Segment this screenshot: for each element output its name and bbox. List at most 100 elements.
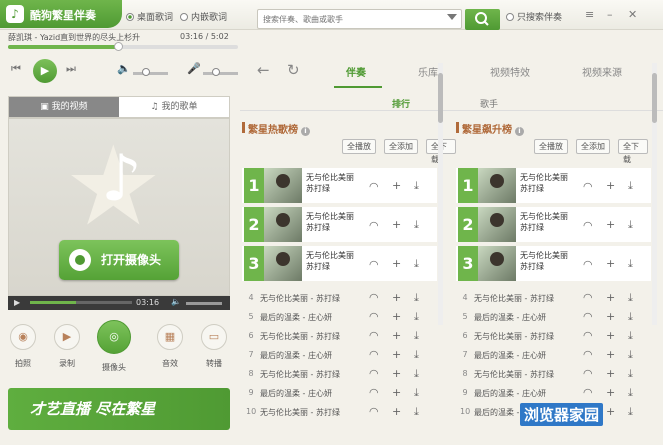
tab-my-songlist[interactable]: ♫ 我的歌单 (119, 97, 229, 117)
headphone-icon[interactable]: ◠ (583, 219, 593, 232)
download-icon[interactable]: ⤓ (628, 329, 633, 343)
add-icon[interactable]: + (606, 218, 615, 231)
microphone-icon[interactable]: 🎤 (187, 62, 201, 75)
headphone-icon[interactable]: ◠ (583, 291, 593, 304)
embed-lyrics-radio[interactable]: 内嵌歌词 (180, 10, 227, 23)
back-icon[interactable]: ← (257, 61, 270, 79)
tab-music-library[interactable]: 乐库 (418, 64, 438, 79)
download-icon[interactable]: ⤓ (628, 218, 633, 232)
tool-record[interactable]: ▶ 录制 (50, 324, 84, 369)
top-song-row[interactable]: 1 无与伦比美丽 苏打绿 ◠ + ⤓ (242, 168, 437, 203)
add-all-button[interactable]: 全添加 (384, 139, 418, 154)
headphone-icon[interactable]: ◠ (583, 329, 593, 342)
song-row[interactable]: 8 无与伦比美丽 - 苏打绿 ◠ + ⤓ (456, 364, 651, 383)
download-icon[interactable]: ⤓ (628, 291, 633, 305)
download-icon[interactable]: ⤓ (414, 329, 419, 343)
download-icon[interactable]: ⤓ (414, 179, 419, 193)
add-icon[interactable]: + (606, 179, 615, 192)
song-row[interactable]: 7 最后的温柔 - 庄心妍 ◠ + ⤓ (242, 345, 437, 364)
next-icon[interactable]: ⏭ (66, 62, 76, 76)
download-icon[interactable]: ⤓ (628, 310, 633, 324)
top-song-row[interactable]: 2 无与伦比美丽 苏打绿 ◠ + ⤓ (456, 207, 651, 242)
menu-icon[interactable]: ≡ (585, 8, 594, 21)
headphone-icon[interactable]: ◠ (583, 310, 593, 323)
tab-video-effects[interactable]: 视频特效 (490, 64, 530, 79)
minimize-icon[interactable]: – (607, 8, 613, 21)
top-song-row[interactable]: 3 无与伦比美丽 苏打绿 ◠ + ⤓ (456, 246, 651, 281)
video-volume-icon[interactable]: 🔈 (171, 297, 181, 306)
headphone-icon[interactable]: ◠ (583, 180, 593, 193)
subtab-singer[interactable]: 歌手 (480, 97, 498, 110)
mic-volume-knob[interactable] (212, 68, 220, 76)
headphone-icon[interactable]: ◠ (369, 291, 379, 304)
headphone-icon[interactable]: ◠ (369, 310, 379, 323)
add-icon[interactable]: + (392, 405, 401, 418)
tab-my-video[interactable]: ▣ 我的视频 (9, 97, 119, 117)
download-all-button[interactable]: 全下载 (618, 139, 648, 164)
add-icon[interactable]: + (392, 291, 401, 304)
play-button[interactable]: ▶ (33, 59, 57, 83)
headphone-icon[interactable]: ◠ (369, 180, 379, 193)
add-icon[interactable]: + (606, 367, 615, 380)
add-icon[interactable]: + (606, 405, 615, 418)
download-icon[interactable]: ⤓ (414, 310, 419, 324)
song-row[interactable]: 6 无与伦比美丽 - 苏打绿 ◠ + ⤓ (456, 326, 651, 345)
top-song-row[interactable]: 1 无与伦比美丽 苏打绿 ◠ + ⤓ (456, 168, 651, 203)
progress-knob[interactable] (114, 42, 123, 51)
download-icon[interactable]: ⤓ (414, 386, 419, 400)
song-row[interactable]: 7 最后的温柔 - 庄心妍 ◠ + ⤓ (456, 345, 651, 364)
add-all-button[interactable]: 全添加 (576, 139, 610, 154)
headphone-icon[interactable]: ◠ (369, 329, 379, 342)
download-icon[interactable]: ⤓ (628, 257, 633, 271)
refresh-icon[interactable]: ↻ (287, 61, 300, 79)
headphone-icon[interactable]: ◠ (369, 367, 379, 380)
video-play-icon[interactable]: ▶ (14, 298, 20, 307)
add-icon[interactable]: + (606, 310, 615, 323)
headphone-icon[interactable]: ◠ (583, 348, 593, 361)
song-row[interactable]: 10 无与伦比美丽 - 苏打绿 ◠ + ⤓ (242, 402, 437, 421)
download-icon[interactable]: ⤓ (628, 367, 633, 381)
add-icon[interactable]: + (392, 386, 401, 399)
download-icon[interactable]: ⤓ (628, 386, 633, 400)
song-row[interactable]: 6 无与伦比美丽 - 苏打绿 ◠ + ⤓ (242, 326, 437, 345)
volume-icon[interactable]: 🔈 (117, 62, 131, 75)
add-icon[interactable]: + (392, 218, 401, 231)
headphone-icon[interactable]: ◠ (369, 405, 379, 418)
add-icon[interactable]: + (392, 348, 401, 361)
video-progress[interactable] (30, 301, 132, 304)
top-song-row[interactable]: 2 无与伦比美丽 苏打绿 ◠ + ⤓ (242, 207, 437, 242)
playback-progress-bar[interactable] (8, 42, 238, 51)
volume-slider[interactable] (133, 72, 168, 75)
search-button[interactable] (465, 9, 500, 30)
play-all-button[interactable]: 全播放 (342, 139, 376, 154)
tool-sound-effects[interactable]: ▦ 音效 (153, 324, 187, 369)
download-icon[interactable]: ⤓ (414, 405, 419, 419)
scrollbar[interactable] (438, 63, 443, 325)
headphone-icon[interactable]: ◠ (369, 219, 379, 232)
song-row[interactable]: 5 最后的温柔 - 庄心妍 ◠ + ⤓ (242, 307, 437, 326)
song-row[interactable]: 4 无与伦比美丽 - 苏打绿 ◠ + ⤓ (456, 288, 651, 307)
video-volume-slider[interactable] (186, 302, 222, 305)
scroll-thumb[interactable] (438, 73, 443, 123)
tool-broadcast[interactable]: ▭ 转播 (197, 324, 231, 369)
search-input[interactable] (258, 10, 438, 28)
download-icon[interactable]: ⤓ (414, 348, 419, 362)
song-row[interactable]: 8 无与伦比美丽 - 苏打绿 ◠ + ⤓ (242, 364, 437, 383)
live-banner[interactable]: 才艺直播 尽在繁星 (8, 388, 230, 430)
headphone-icon[interactable]: ◠ (369, 386, 379, 399)
headphone-icon[interactable]: ◠ (583, 258, 593, 271)
download-icon[interactable]: ⤓ (414, 367, 419, 381)
add-icon[interactable]: + (606, 386, 615, 399)
add-icon[interactable]: + (392, 179, 401, 192)
previous-icon[interactable]: ⏮ (11, 62, 21, 76)
add-icon[interactable]: + (606, 329, 615, 342)
song-row[interactable]: 9 最后的温柔 - 庄心妍 ◠ + ⤓ (242, 383, 437, 402)
download-icon[interactable]: ⤓ (628, 348, 633, 362)
download-icon[interactable]: ⤓ (414, 257, 419, 271)
headphone-icon[interactable]: ◠ (369, 348, 379, 361)
dropdown-arrow-icon[interactable] (447, 14, 457, 20)
close-icon[interactable]: ✕ (628, 8, 637, 21)
song-row[interactable]: 9 最后的温柔 - 庄心妍 ◠ + ⤓ (456, 383, 651, 402)
add-icon[interactable]: + (606, 348, 615, 361)
subtab-ranking[interactable]: 排行 (392, 97, 410, 110)
